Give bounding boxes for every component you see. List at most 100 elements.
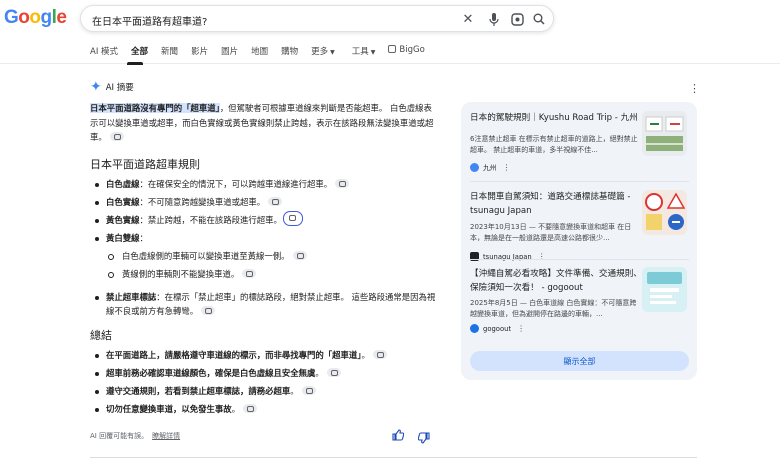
header: Google 在日本平面道路有超車道? ✕ AI 模式 全部 新聞 影片 圖片 … bbox=[0, 0, 780, 64]
source-title[interactable]: 日本開車自駕須知：道路交通標誌基礎篇 - tsunagu Japan bbox=[470, 190, 642, 218]
tab-all[interactable]: 全部 bbox=[131, 45, 148, 59]
road-sign-thumbnail[interactable] bbox=[642, 111, 687, 156]
logo-letter: e bbox=[56, 7, 67, 28]
rule-term: 白色虛線 bbox=[106, 178, 140, 189]
site-name: gogoout bbox=[483, 324, 512, 333]
list-item: 禁止超車標誌：在標示「禁止超車」的標誌路段，絕對禁止超車。 這些路段通常是因為視… bbox=[90, 290, 438, 318]
divider bbox=[90, 457, 697, 458]
sparkle-icon: ✦ bbox=[90, 79, 102, 95]
divider bbox=[470, 181, 689, 182]
list-item: 遵守交通規則，若看到禁止超車標誌，請務必超車。 bbox=[90, 384, 438, 399]
tab-ai-mode[interactable]: AI 模式 bbox=[90, 45, 118, 59]
disclaimer-text: AI 回覆可能有誤。 bbox=[90, 432, 149, 440]
logo-letter: o bbox=[18, 7, 30, 28]
search-icon[interactable] bbox=[531, 11, 547, 27]
tab-more[interactable]: 更多 ▼ bbox=[311, 45, 335, 59]
caret-down-icon: ▼ bbox=[330, 49, 335, 56]
citation-link-icon[interactable] bbox=[301, 385, 316, 395]
citation-link-icon[interactable] bbox=[292, 250, 307, 260]
list-item: 黃白雙線： 白色虛線側的車輛可以變換車道至黃線一側。 黃線側的車輛則不能變換車道… bbox=[90, 231, 438, 282]
summary-text: 超車前務必確認車道線顏色，確保是白色虛線且安全無虞 bbox=[106, 367, 316, 378]
citation-link-icon[interactable] bbox=[326, 367, 341, 377]
list-item: 黃線側的車輛則不能變換車道。 bbox=[90, 267, 438, 282]
learn-more-link[interactable]: 瞭解詳情 bbox=[152, 432, 180, 440]
citation-link-icon[interactable] bbox=[243, 403, 257, 413]
list-item: 超車前務必確認車道線顏色，確保是白色虛線且安全無虞。 bbox=[90, 366, 438, 381]
sub-rule-text: 黃線側的車輛則不能變換車道。 bbox=[122, 268, 240, 279]
intro-highlight: 日本平面道路沒有專門的「超車道」 bbox=[90, 103, 220, 113]
list-item: 白色虛線：在確保安全的情況下，可以跨越車道線進行超車。 bbox=[90, 177, 438, 192]
citation-link-icon[interactable] bbox=[109, 132, 124, 141]
tab-tools[interactable]: 工具 ▼ bbox=[352, 45, 376, 59]
more-options-icon[interactable]: ⋮ bbox=[689, 83, 700, 94]
traffic-signs-thumbnail[interactable] bbox=[642, 190, 687, 235]
list-item: 白色實線：不可隨意跨越變換車道或超車。 bbox=[90, 195, 438, 210]
citation-link-icon[interactable] bbox=[335, 178, 350, 188]
rules-list: 白色虛線：在確保安全的情況下，可以跨越車道線進行超車。 白色實線：不可隨意跨越變… bbox=[90, 177, 438, 318]
intro-paragraph: 日本平面道路沒有專門的「超車道」，但駕駛者可根據車道線來判斷是否能超車。 白色虛… bbox=[90, 101, 438, 145]
ai-overview-header: ✦ AI 摘要 bbox=[90, 80, 134, 94]
more-options-icon[interactable]: ⋮ bbox=[503, 163, 511, 172]
tab-more-label: 更多 bbox=[311, 47, 329, 57]
show-all-button[interactable]: 顯示全部 bbox=[470, 351, 689, 371]
tab-videos[interactable]: 影片 bbox=[191, 45, 208, 59]
okinawa-guide-thumbnail[interactable] bbox=[642, 267, 687, 312]
rule-text: ：不可隨意跨越變換車道或超車。 bbox=[139, 196, 266, 207]
thumbs-down-icon[interactable] bbox=[417, 429, 430, 444]
citation-link-icon[interactable] bbox=[242, 268, 257, 278]
source-snippet: 6注意禁止超車 在標示有禁止超車的道路上，絕對禁止超車。 禁止超車的車道，多半視… bbox=[470, 135, 638, 154]
search-tabs: AI 模式 全部 新聞 影片 圖片 地圖 購物 更多 ▼ 工具 ▼ BigGo bbox=[90, 45, 438, 59]
rule-term: 禁止超車標誌 bbox=[106, 291, 157, 302]
tab-shopping[interactable]: 購物 bbox=[281, 45, 298, 59]
source-card[interactable]: 【沖繩自駕必看攻略】文件準備、交通規則、保險須知一次看！ - gogoout 2… bbox=[470, 267, 689, 337]
source-title[interactable]: 【沖繩自駕必看攻略】文件準備、交通規則、保險須知一次看！ - gogoout bbox=[470, 267, 642, 295]
citation-link-icon-selected[interactable] bbox=[282, 210, 303, 226]
logo-letter: G bbox=[4, 7, 19, 28]
list-item: 黃色實線：禁止跨越，不能在該路段進行超車。 bbox=[90, 210, 438, 228]
citation-link-icon[interactable] bbox=[268, 196, 283, 206]
source-site: 九州 ⋮ bbox=[470, 162, 511, 172]
section-heading-rules: 日本平面道路超車規則 bbox=[90, 157, 200, 171]
summary-tail: 。 bbox=[290, 385, 299, 396]
list-item: 白色虛線側的車輛可以變換車道至黃線一側。 bbox=[90, 249, 438, 264]
rule-term: 白色實線 bbox=[106, 196, 140, 207]
search-input[interactable]: 在日本平面道路有超車道? bbox=[92, 13, 207, 28]
summary-list: 在平面道路上，請嚴格遵守車道線的標示，而非尋找專門的「超車道」。 超車前務必確認… bbox=[90, 348, 438, 417]
tab-news[interactable]: 新聞 bbox=[161, 45, 178, 59]
source-snippet: 2023年10月13日 — 不要隨意變換車道和超車 在日本，無論是在一般道路還是… bbox=[470, 223, 632, 242]
ai-overview-body: 日本平面道路沒有專門的「超車道」，但駕駛者可根據車道線來判斷是否能超車。 白色虛… bbox=[90, 101, 438, 420]
summary-tail: 。 bbox=[361, 349, 370, 360]
more-options-icon[interactable]: ⋮ bbox=[517, 324, 525, 333]
citation-link-icon[interactable] bbox=[372, 349, 387, 359]
summary-text: 在平面道路上，請嚴格遵守車道線的標示，而非尋找專門的「超車道」 bbox=[106, 349, 362, 360]
divider bbox=[470, 259, 689, 260]
rule-text: ：在確保安全的情況下，可以跨越車道線進行超車。 bbox=[139, 178, 333, 189]
ai-disclaimer: AI 回覆可能有誤。 瞭解詳情 bbox=[90, 431, 180, 441]
sub-rules-list: 白色虛線側的車輛可以變換車道至黃線一側。 黃線側的車輛則不能變換車道。 bbox=[90, 249, 438, 282]
source-title[interactable]: 日本的駕駛規則｜Kyushu Road Trip - 九州 bbox=[470, 111, 642, 125]
site-name: 九州 bbox=[483, 164, 497, 172]
list-item: 切勿任意變換車道，以免發生事故。 bbox=[90, 402, 438, 417]
tab-images[interactable]: 圖片 bbox=[221, 45, 238, 59]
sub-rule-text: 白色虛線側的車輛可以變換車道至黃線一側。 bbox=[122, 250, 290, 261]
rule-text: ：在標示「禁止超車」的標誌路段，絕對禁止超車。 這些路段通常是因為視線不良或前方… bbox=[106, 291, 436, 316]
lens-icon[interactable] bbox=[509, 11, 525, 27]
microphone-icon[interactable] bbox=[486, 11, 502, 27]
summary-text: 切勿任意變換車道，以免發生事故 bbox=[106, 403, 232, 414]
site-favicon bbox=[470, 162, 479, 172]
search-box[interactable]: 在日本平面道路有超車道? ✕ bbox=[80, 5, 554, 32]
sources-panel: 日本的駕駛規則｜Kyushu Road Trip - 九州 6注意禁止超車 在標… bbox=[461, 102, 697, 380]
thumbs-up-icon[interactable] bbox=[392, 429, 405, 444]
tab-biggo[interactable]: BigGo bbox=[388, 45, 425, 59]
clear-icon[interactable]: ✕ bbox=[460, 11, 476, 27]
rule-term: 黃白雙線 bbox=[106, 232, 140, 243]
summary-tail: 。 bbox=[315, 367, 324, 378]
section-heading-summary: 總結 bbox=[90, 328, 112, 342]
summary-tail: 。 bbox=[231, 403, 240, 414]
source-card[interactable]: 日本開車自駕須知：道路交通標誌基礎篇 - tsunagu Japan 2023年… bbox=[470, 190, 689, 261]
source-card[interactable]: 日本的駕駛規則｜Kyushu Road Trip - 九州 6注意禁止超車 在標… bbox=[470, 111, 689, 173]
logo-letter: o bbox=[29, 7, 41, 28]
google-logo[interactable]: Google bbox=[4, 7, 67, 29]
citation-link-icon[interactable] bbox=[201, 305, 216, 315]
tab-maps[interactable]: 地圖 bbox=[251, 45, 268, 59]
